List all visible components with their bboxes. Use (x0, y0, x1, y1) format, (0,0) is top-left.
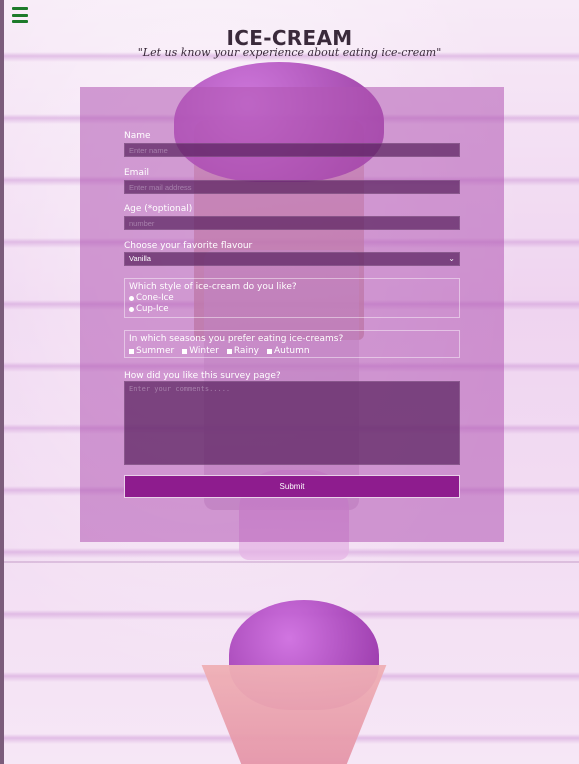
flavour-select[interactable]: Vanilla ⌄ (124, 252, 460, 266)
style-option-cone-label: Cone-Ice (136, 293, 174, 303)
comments-textarea[interactable]: Enter your comments..... (124, 381, 460, 465)
ice-cream-cone-image-bottom (201, 665, 387, 764)
submit-button[interactable]: Submit (124, 475, 460, 498)
season-autumn[interactable]: Autumn (266, 346, 310, 356)
radio-icon[interactable] (129, 296, 134, 301)
checkbox-icon[interactable] (182, 348, 188, 354)
season-summer[interactable]: Summer (129, 346, 174, 356)
menu-line (12, 20, 28, 23)
flavour-label: Choose your favorite flavour (124, 241, 253, 251)
seasons-fieldset: In which seasons you prefer eating ice-c… (124, 330, 460, 358)
hamburger-menu-icon[interactable] (12, 7, 28, 23)
season-rainy-label: Rainy (233, 346, 259, 356)
flavour-select-value: Vanilla (129, 254, 151, 263)
email-input[interactable]: Enter mail address (124, 180, 460, 194)
season-winter[interactable]: Winter (182, 346, 219, 356)
chevron-down-icon: ⌄ (448, 254, 455, 263)
checkbox-icon[interactable] (266, 348, 272, 354)
age-label: Age (*optional) (124, 204, 193, 214)
checkbox-icon[interactable] (129, 348, 134, 354)
name-input[interactable]: Enter name (124, 143, 460, 157)
age-input[interactable]: number (124, 216, 460, 230)
page-subtitle: "Let us know your experience about eatin… (137, 46, 442, 59)
season-autumn-label: Autumn (273, 346, 310, 356)
name-label: Name (124, 131, 151, 141)
seasons-options: Summer Winter Rainy Autumn (129, 346, 455, 356)
style-option-cone[interactable]: Cone-Ice (129, 293, 455, 304)
style-option-cup[interactable]: Cup-Ice (129, 304, 455, 315)
background-divider (4, 561, 579, 563)
style-question: Which style of ice-cream do you like? (129, 282, 297, 292)
season-rainy[interactable]: Rainy (226, 346, 259, 356)
seasons-question: In which seasons you prefer eating ice-c… (129, 334, 344, 344)
checkbox-icon[interactable] (226, 348, 232, 354)
menu-line (12, 13, 28, 17)
email-label: Email (124, 168, 149, 178)
radio-icon[interactable] (129, 307, 134, 312)
style-option-cup-label: Cup-Ice (136, 304, 169, 314)
ice-cream-style-fieldset: Which style of ice-cream do you like? Co… (124, 278, 460, 318)
comments-label: How did you like this survey page? (124, 371, 281, 381)
season-winter-label: Winter (189, 346, 219, 356)
season-summer-label: Summer (136, 346, 175, 356)
menu-line (12, 7, 28, 10)
